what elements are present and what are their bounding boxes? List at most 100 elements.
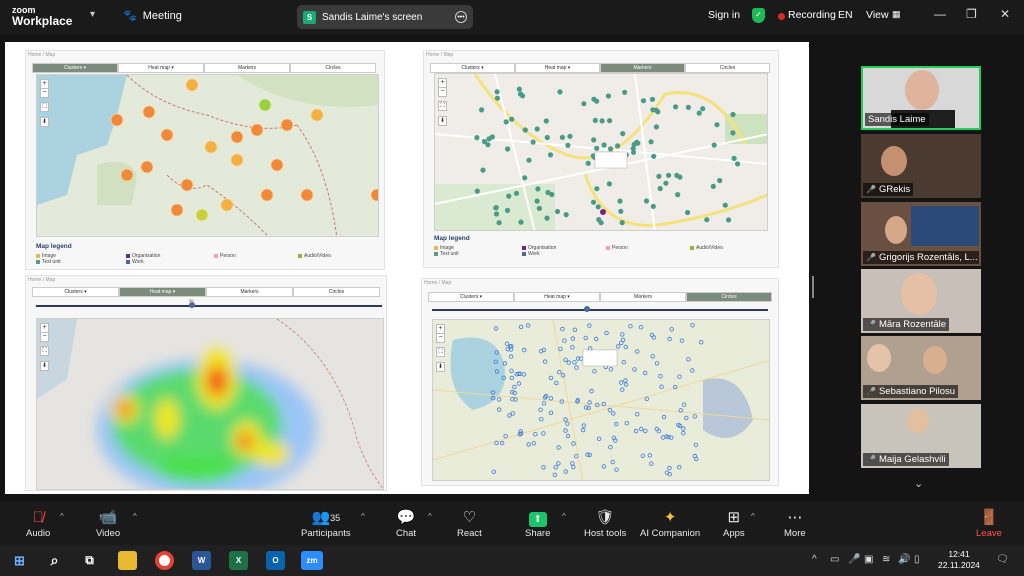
tab-heat-map[interactable]: Heat map ▾ [515, 63, 600, 73]
meeting-menu[interactable]: 🐾 Meeting [123, 9, 182, 23]
circle-marker[interactable] [538, 407, 543, 412]
map-marker[interactable] [494, 89, 500, 95]
restore-icon[interactable]: ❐ [966, 7, 977, 21]
system-clock[interactable]: 12:41 22.11.2024 [938, 549, 980, 571]
fullscreen-icon[interactable]: ⛶ [40, 346, 49, 356]
circle-marker[interactable] [491, 469, 496, 474]
download-icon[interactable]: ⬇ [40, 117, 49, 127]
cluster-marker[interactable] [370, 188, 379, 202]
map-marker[interactable] [649, 96, 656, 102]
tab-clusters[interactable]: Clusters ▾ [430, 63, 515, 73]
circle-marker[interactable] [638, 426, 644, 432]
participant-tile[interactable]: Sandis Laime [861, 66, 981, 130]
map-marker[interactable] [651, 153, 657, 159]
circle-marker[interactable] [563, 428, 568, 433]
cluster-map[interactable]: + − ⛶ ⬇ [36, 74, 379, 237]
tab-markers[interactable]: Markers [600, 63, 685, 73]
circle-marker[interactable] [562, 338, 567, 343]
map-marker[interactable] [554, 208, 561, 215]
close-icon[interactable]: ✕ [1000, 7, 1010, 21]
circle-marker[interactable] [699, 340, 704, 345]
circle-marker[interactable] [570, 461, 575, 466]
circle-marker[interactable] [656, 428, 662, 434]
audio-button[interactable]: 🎙̸ Audio [26, 508, 50, 539]
map-marker[interactable] [481, 138, 488, 145]
circle-marker[interactable] [642, 370, 648, 376]
leave-button[interactable]: 🚪 Leave [976, 508, 1002, 539]
circle-marker[interactable] [526, 442, 531, 447]
cluster-marker[interactable] [204, 140, 218, 154]
circle-marker[interactable] [610, 459, 615, 465]
circle-marker[interactable] [509, 368, 514, 373]
map-marker[interactable] [479, 107, 485, 113]
map-marker[interactable] [607, 118, 613, 124]
view-grid-icon[interactable]: ▦ [892, 9, 901, 20]
circle-marker[interactable] [512, 384, 517, 390]
cluster-marker[interactable] [110, 113, 124, 127]
circle-marker[interactable] [583, 335, 588, 341]
radius-slider[interactable] [432, 309, 768, 311]
circle-marker[interactable] [667, 336, 672, 342]
circle-marker[interactable] [686, 357, 691, 362]
map-marker[interactable] [545, 189, 551, 196]
circle-marker[interactable] [541, 401, 547, 406]
wifi-icon[interactable]: ≋ [882, 554, 890, 565]
map-marker[interactable] [591, 137, 597, 143]
map-marker[interactable] [509, 116, 515, 122]
map-marker[interactable] [534, 198, 540, 204]
circle-marker[interactable] [640, 453, 645, 458]
word-icon[interactable]: W [192, 551, 211, 570]
circle-marker[interactable] [518, 324, 524, 330]
circle-marker[interactable] [509, 375, 514, 381]
recording-label[interactable]: Recording [788, 9, 836, 21]
markers-map[interactable]: + − ⛶ ⬇ [434, 73, 768, 231]
circle-marker[interactable] [510, 411, 516, 416]
video-button[interactable]: 📹 Video [96, 508, 120, 539]
map-marker[interactable] [534, 126, 540, 132]
map-marker[interactable] [506, 193, 512, 199]
circle-marker[interactable] [521, 372, 527, 377]
tab-markers[interactable]: Markers [600, 292, 686, 302]
cluster-marker[interactable] [195, 208, 209, 222]
map-marker[interactable] [619, 220, 625, 226]
circle-marker[interactable] [659, 384, 664, 389]
circle-marker[interactable] [574, 453, 579, 459]
circle-marker[interactable] [571, 441, 576, 446]
map-marker[interactable] [704, 217, 710, 223]
tab-heat-map[interactable]: Heat map ▾ [514, 292, 600, 302]
circle-marker[interactable] [507, 413, 512, 418]
map-marker[interactable] [590, 199, 597, 205]
host-tools-button[interactable]: 🛡 Host tools [584, 508, 626, 539]
map-marker[interactable] [591, 96, 597, 102]
circle-marker[interactable] [681, 430, 686, 436]
map-marker[interactable] [675, 192, 681, 198]
more-icon[interactable]: ••• [455, 11, 467, 23]
tray-widget-icon[interactable]: ▣ [864, 554, 873, 565]
circle-marker[interactable] [496, 407, 502, 412]
circle-marker[interactable] [614, 467, 619, 472]
circle-marker[interactable] [496, 397, 502, 402]
circle-marker[interactable] [649, 461, 654, 466]
circle-marker[interactable] [580, 427, 586, 433]
map-marker[interactable] [710, 183, 716, 189]
apps-options-icon[interactable]: ^ [751, 512, 755, 521]
circle-marker[interactable] [692, 414, 698, 419]
circle-marker[interactable] [565, 421, 570, 426]
map-marker[interactable] [656, 173, 662, 179]
battery-icon[interactable]: ▯ [914, 554, 920, 565]
map-marker[interactable] [522, 175, 528, 181]
chrome-icon[interactable] [155, 551, 174, 570]
participant-tile[interactable]: 🎤 Grigorijs Rozentāls, L... [861, 202, 981, 266]
participant-tile[interactable]: 🎤 Māra Rozentāle [861, 269, 981, 333]
circle-marker[interactable] [658, 374, 663, 379]
chat-options-icon[interactable]: ^ [428, 512, 432, 521]
circle-marker[interactable] [613, 421, 619, 427]
tab-circles[interactable]: Circles [686, 292, 772, 302]
cluster-marker[interactable] [180, 178, 194, 192]
circle-marker[interactable] [493, 326, 499, 331]
map-marker[interactable] [673, 104, 679, 110]
circle-marker[interactable] [661, 414, 667, 420]
circle-marker[interactable] [571, 464, 576, 470]
cluster-marker[interactable] [260, 188, 274, 202]
tab-circles[interactable]: Circles [685, 63, 770, 73]
